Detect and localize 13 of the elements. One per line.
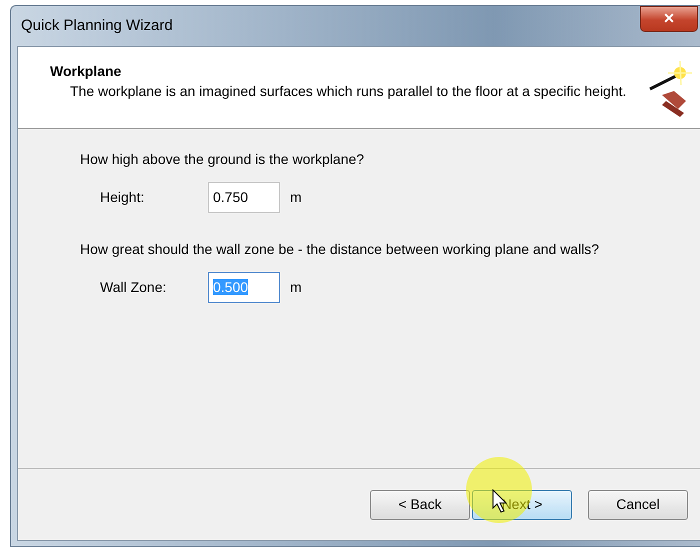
page-description: The workplane is an imagined surfaces which runs parallel to the floor at a specific height. [69,82,628,100]
input-field[interactable]: 0.750 [208,182,280,213]
question-text: How high above the ground is the workplane? [80,150,366,169]
field-label: Height: [100,188,146,207]
back-button[interactable]: < Back [370,490,470,520]
question-text: How great should the wall zone be - the distance between working plane and walls? [80,240,600,259]
unit-label: m [290,188,302,207]
page-title: Workplane [50,62,122,81]
field-label: Wall Zone: [100,278,168,297]
window-title: Quick Planning Wizard [21,16,173,36]
cancel-button[interactable]: Cancel [588,490,688,520]
close-button[interactable]: × [640,6,698,32]
unit-label: m [290,278,302,297]
